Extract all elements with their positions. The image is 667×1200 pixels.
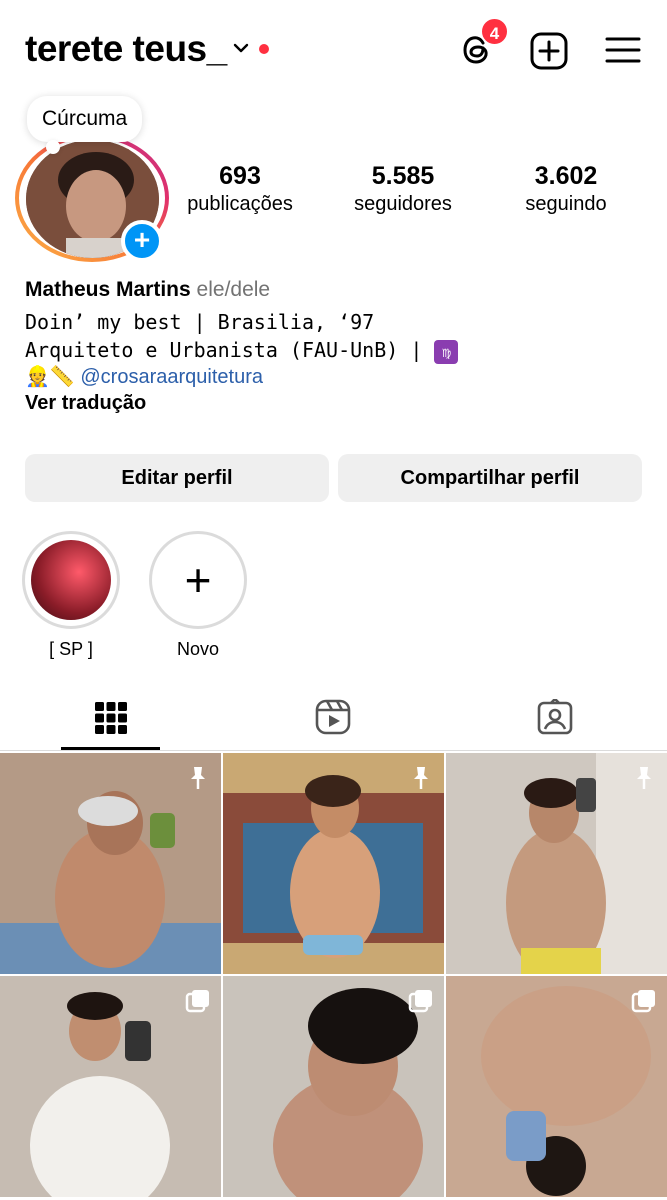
stat-value: 693 [219,162,261,190]
bio-line-3: 👷📏 @crosaraarquitetura [25,364,263,389]
carousel-icon [185,990,209,1013]
mention-link[interactable]: @crosaraarquitetura [80,366,263,388]
post-tile[interactable] [0,753,221,974]
pin-icon [414,767,428,789]
highlight-label: [ SP ] [49,639,93,659]
post-tile[interactable] [223,976,444,1197]
bio-line-2-text: Arquiteto e Urbanista (FAU-UnB) | [25,338,423,362]
stat-posts[interactable]: 693 publicações [180,162,300,216]
add-story-button[interactable]: + [121,220,163,262]
bio-line-1: Doin’ my best | Brasilia, ‘97 [25,310,375,334]
highlight-image [31,540,111,620]
stat-label: seguindo [525,193,607,215]
post-tile[interactable] [223,753,444,974]
profile-note[interactable]: Cúrcuma [27,96,143,142]
new-highlight-circle: + [149,531,247,629]
full-name: Matheus Martins ele/dele [25,278,270,302]
carousel-icon [631,990,655,1013]
stat-following[interactable]: 3.602 seguindo [506,162,626,216]
reels-icon [315,699,351,735]
post-tile[interactable] [0,976,221,1197]
edit-profile-button[interactable]: Editar perfil [25,454,329,502]
account-switch-dot [259,44,269,54]
pin-icon [191,767,205,789]
pronouns: ele/dele [196,278,271,301]
share-profile-button[interactable]: Compartilhar perfil [338,454,642,502]
stat-label: publicações [187,193,293,215]
tagged-icon [537,699,573,735]
highlight-cover [22,531,120,629]
tab-reels[interactable] [222,695,444,751]
post-tile[interactable] [446,753,667,974]
plus-icon: + [184,554,212,606]
username[interactable]: terete teus_ [25,28,227,70]
profile-header: terete teus_ 4 [0,0,667,100]
stat-value: 5.585 [371,162,435,190]
post-tile[interactable] [446,976,667,1197]
bio-line-2: Arquiteto e Urbanista (FAU-UnB) | ♍ [25,338,459,364]
highlight-new[interactable]: + Novo [148,531,248,660]
virgo-icon: ♍ [434,339,459,364]
create-post-icon[interactable] [530,32,568,70]
tab-tagged[interactable] [444,695,666,751]
chevron-down-icon[interactable] [233,42,249,54]
see-translation-link[interactable]: Ver tradução [25,392,146,415]
grid-icon [95,702,127,734]
worker-ruler-emoji: 👷📏 [25,366,75,388]
stat-followers[interactable]: 5.585 seguidores [343,162,463,216]
profile-note-tail [46,140,60,154]
menu-icon[interactable] [605,35,641,65]
stat-label: seguidores [354,193,452,215]
tabs-divider [0,750,667,751]
pin-icon [637,767,651,789]
carousel-icon [408,990,432,1013]
stat-value: 3.602 [534,162,598,190]
highlight-sp[interactable]: [ SP ] [21,531,121,660]
tab-grid[interactable] [0,695,222,751]
notification-badge: 4 [480,17,509,46]
highlight-label: Novo [176,639,220,659]
full-name-text: Matheus Martins [25,278,191,301]
